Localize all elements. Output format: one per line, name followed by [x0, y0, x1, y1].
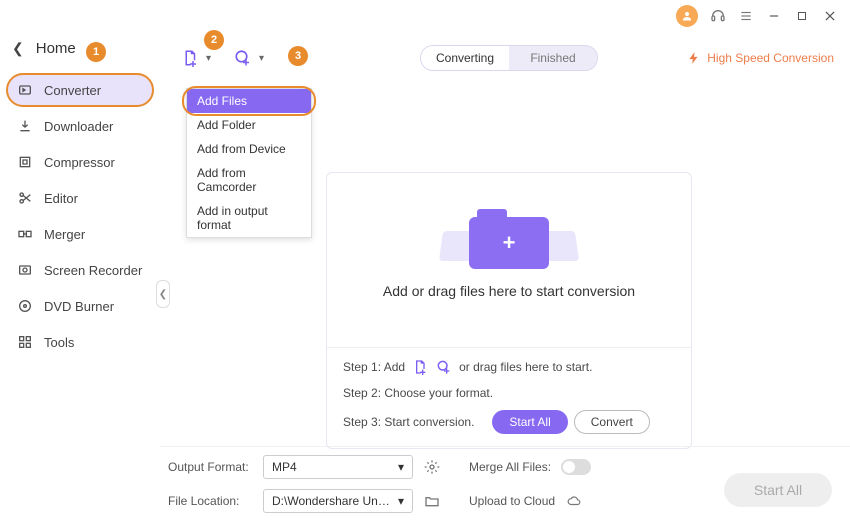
recorder-icon — [16, 261, 34, 279]
add-disc-mini-icon[interactable] — [435, 358, 453, 376]
file-location-label: File Location: — [168, 494, 253, 508]
dropzone[interactable]: + Add or drag files here to start conver… — [326, 172, 692, 449]
sidebar-item-compressor[interactable]: Compressor — [6, 145, 154, 179]
sidebar-item-downloader[interactable]: Downloader — [6, 109, 154, 143]
sidebar-item-label: Merger — [44, 227, 85, 242]
chevron-left-icon: ❮ — [12, 40, 24, 57]
home-link[interactable]: ❮ Home 1 — [6, 36, 154, 69]
output-format-label: Output Format: — [168, 460, 253, 474]
menu-icon[interactable] — [738, 8, 754, 24]
step-2-row: Step 2: Choose your format. — [343, 386, 675, 400]
scissors-icon — [16, 189, 34, 207]
disc-icon — [16, 297, 34, 315]
tab-finished[interactable]: Finished — [509, 46, 597, 70]
menu-item-add-files[interactable]: Add Files — [187, 89, 311, 113]
add-disc-icon[interactable] — [233, 48, 253, 68]
merge-files-label: Merge All Files: — [469, 460, 551, 474]
step-1-row: Step 1: Add or drag files here to start. — [343, 358, 675, 376]
minimize-icon[interactable] — [766, 8, 782, 24]
content-area: 2 ▾ ▾ 3 Add Files Add Folder Add — [160, 32, 850, 527]
add-tool-group: 2 ▾ ▾ 3 Add Files Add Folder Add — [180, 48, 268, 68]
output-format-select[interactable]: MP4 ▾ — [263, 455, 413, 479]
sidebar-item-label: Tools — [44, 335, 74, 350]
add-file-dropdown-chevron[interactable]: ▾ — [202, 53, 215, 64]
add-dropdown-menu: Add Files Add Folder Add from Device Add… — [186, 88, 312, 238]
step-3-row: Step 3: Start conversion. Start All Conv… — [343, 410, 675, 434]
dropzone-illustration-area: + Add or drag files here to start conver… — [327, 173, 691, 343]
sidebar-item-label: Compressor — [44, 155, 115, 170]
sidebar-item-label: Screen Recorder — [44, 263, 142, 278]
nav-list: Converter Downloader Compressor Editor M… — [6, 73, 154, 359]
high-speed-conversion[interactable]: High Speed Conversion — [687, 51, 834, 65]
add-file-mini-icon[interactable] — [411, 358, 429, 376]
sidebar-item-dvd-burner[interactable]: DVD Burner — [6, 289, 154, 323]
user-avatar[interactable] — [676, 5, 698, 27]
open-folder-icon[interactable] — [423, 492, 441, 510]
upload-cloud-label: Upload to Cloud — [469, 494, 555, 508]
steps-list: Step 1: Add or drag files here to start.… — [327, 358, 691, 434]
download-icon — [16, 117, 34, 135]
titlebar — [0, 0, 850, 32]
support-icon[interactable] — [710, 8, 726, 24]
menu-item-add-folder[interactable]: Add Folder — [187, 113, 311, 137]
bolt-icon — [687, 51, 701, 65]
dropzone-text: Add or drag files here to start conversi… — [383, 283, 635, 299]
sidebar-item-converter[interactable]: Converter — [6, 73, 154, 107]
menu-item-add-from-device[interactable]: Add from Device — [187, 137, 311, 161]
divider — [327, 347, 691, 348]
sidebar-item-screen-recorder[interactable]: Screen Recorder — [6, 253, 154, 287]
start-all-main-button[interactable]: Start All — [724, 473, 832, 507]
close-icon[interactable] — [822, 8, 838, 24]
compressor-icon — [16, 153, 34, 171]
sidebar: ❮ Home 1 Converter Downloader Compressor… — [0, 32, 160, 527]
grid-icon — [16, 333, 34, 351]
chevron-down-icon: ▾ — [398, 460, 404, 474]
convert-button[interactable]: Convert — [574, 410, 650, 434]
converter-icon — [16, 81, 34, 99]
sidebar-item-editor[interactable]: Editor — [6, 181, 154, 215]
sidebar-item-label: DVD Burner — [44, 299, 114, 314]
add-disc-dropdown-chevron[interactable]: ▾ — [255, 53, 268, 64]
cloud-icon[interactable] — [565, 492, 583, 510]
sidebar-item-merger[interactable]: Merger — [6, 217, 154, 251]
home-label: Home — [36, 40, 76, 57]
bottom-bar: Output Format: MP4 ▾ Merge All Files: Fi… — [160, 446, 850, 527]
settings-gear-icon[interactable] — [423, 458, 441, 476]
folder-plus-icon: + — [469, 217, 549, 269]
step-badge-2: 2 — [204, 30, 224, 50]
step-badge-3: 3 — [288, 46, 308, 66]
menu-item-add-output-format[interactable]: Add in output format — [187, 199, 311, 237]
add-file-icon[interactable] — [180, 48, 200, 68]
merge-files-toggle[interactable] — [561, 459, 591, 475]
menu-item-add-from-camcorder[interactable]: Add from Camcorder — [187, 161, 311, 199]
sidebar-item-label: Editor — [44, 191, 78, 206]
merger-icon — [16, 225, 34, 243]
start-all-button[interactable]: Start All — [492, 410, 567, 434]
step-badge-1: 1 — [86, 42, 106, 62]
tab-converting[interactable]: Converting — [421, 46, 509, 70]
file-location-select[interactable]: D:\Wondershare UniConverter 1 ▾ — [263, 489, 413, 513]
sidebar-item-label: Downloader — [44, 119, 113, 134]
sidebar-item-label: Converter — [44, 83, 101, 98]
toolbar: 2 ▾ ▾ 3 Add Files Add Folder Add — [180, 36, 838, 80]
maximize-icon[interactable] — [794, 8, 810, 24]
chevron-down-icon: ▾ — [398, 494, 404, 508]
sidebar-item-tools[interactable]: Tools — [6, 325, 154, 359]
conversion-tabs: Converting Finished — [420, 45, 598, 71]
